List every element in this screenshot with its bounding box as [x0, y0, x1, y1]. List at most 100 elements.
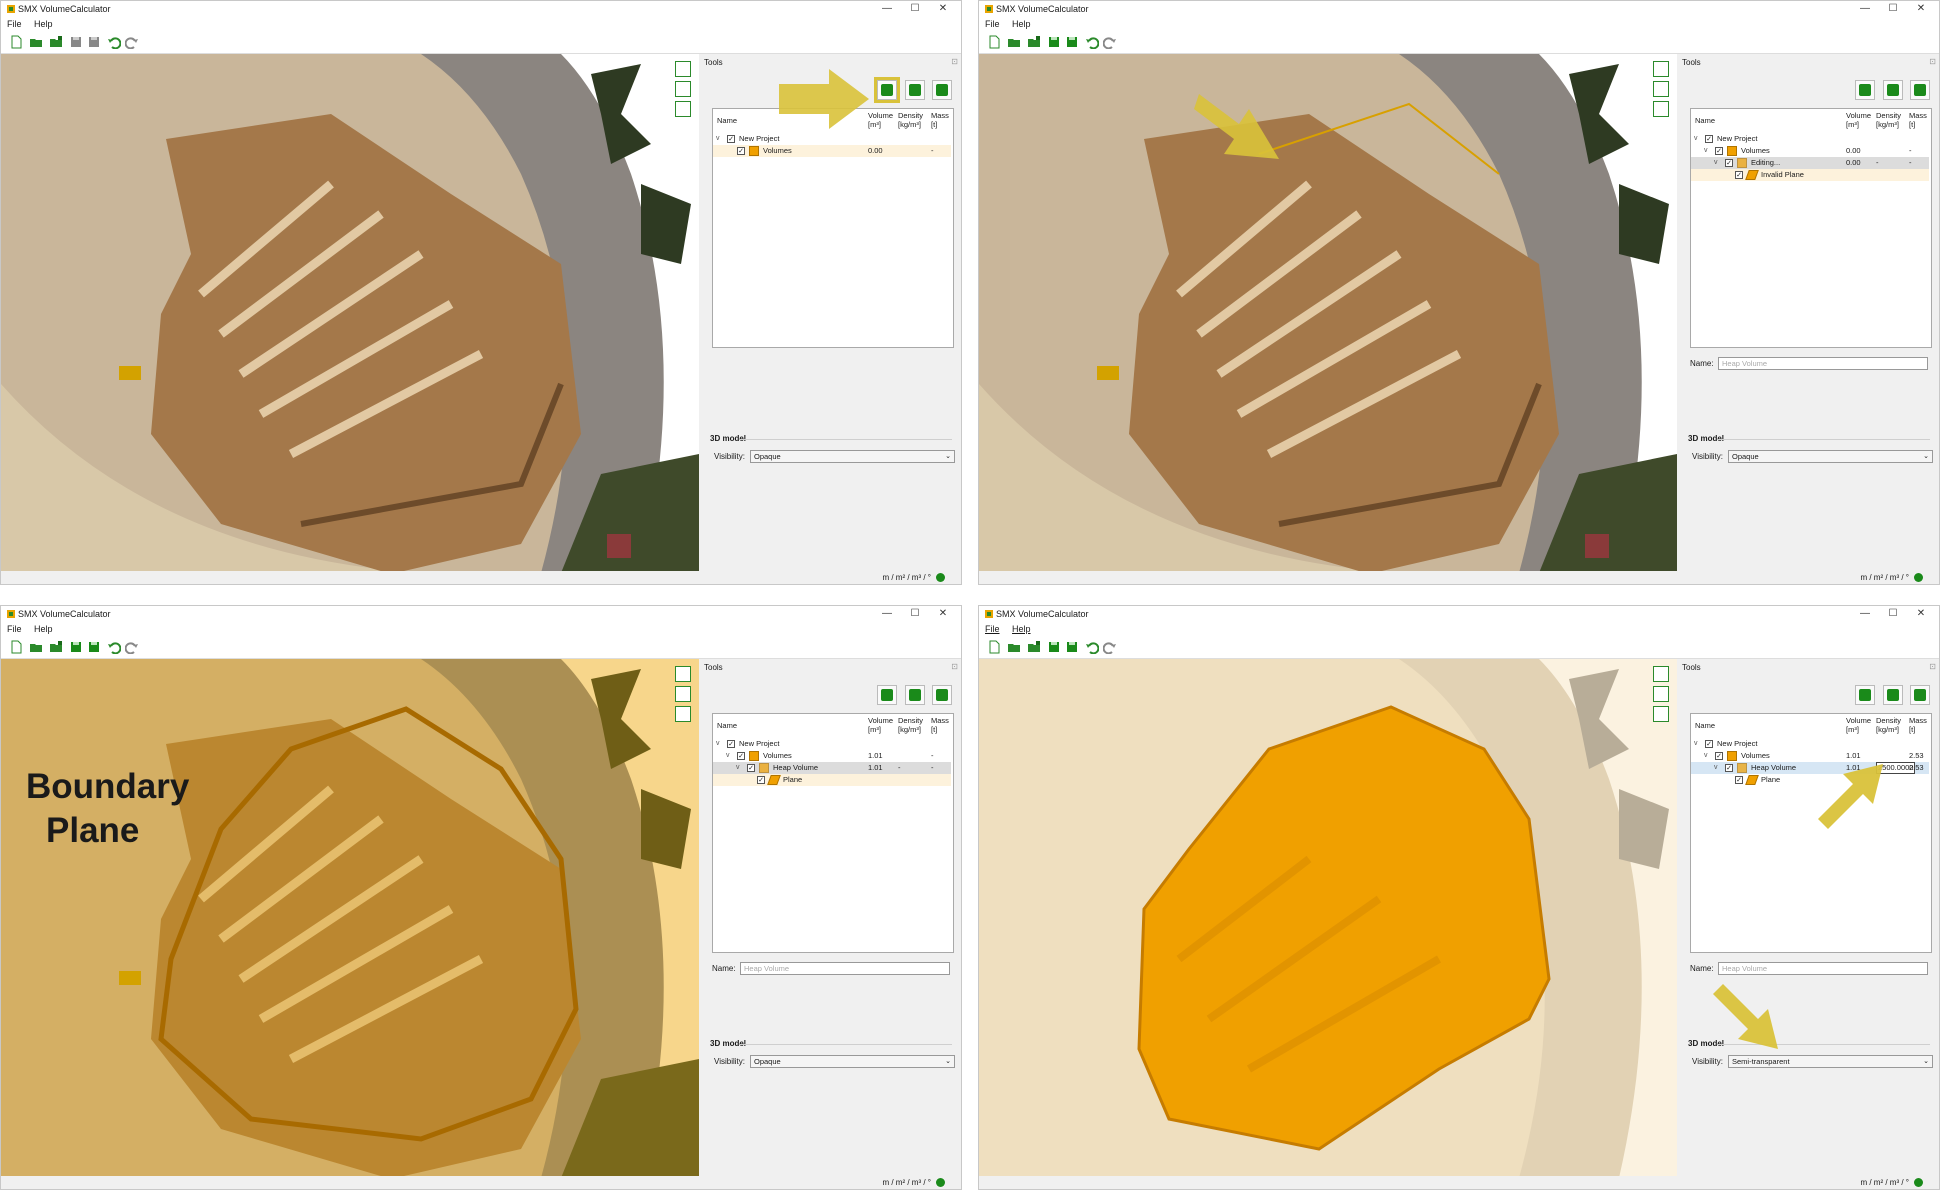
close-button[interactable]: ✕: [929, 606, 957, 622]
save-icon[interactable]: [1047, 35, 1061, 49]
save-icon[interactable]: [69, 640, 83, 654]
menu-file[interactable]: File: [985, 624, 1000, 634]
menu-file[interactable]: File: [985, 19, 1000, 29]
visibility-select[interactable]: Semi-transparent ⌄: [1728, 1055, 1933, 1068]
tree-row-heap-volume[interactable]: v ✓ Heap Volume 1.01 - -: [713, 762, 951, 774]
visibility-select[interactable]: Opaque ⌄: [1728, 450, 1933, 463]
save-icon[interactable]: [69, 35, 83, 49]
tree-row-volumes[interactable]: ✓ Volumes 0.00 -: [713, 145, 951, 157]
camera-icon[interactable]: [1653, 61, 1669, 77]
add-volume-button[interactable]: [1855, 80, 1876, 100]
new-file-icon[interactable]: [9, 640, 23, 654]
report-button[interactable]: [1882, 685, 1903, 705]
camera-icon[interactable]: [1653, 666, 1669, 682]
3d-viewport[interactable]: [1, 54, 699, 573]
tree-row-project[interactable]: v ✓ New Project: [1691, 738, 1929, 750]
3d-viewport[interactable]: [979, 659, 1677, 1178]
slope-icon[interactable]: [675, 81, 691, 97]
tree-row-plane[interactable]: ✓ Invalid Plane: [1691, 169, 1929, 181]
slope-icon[interactable]: [1653, 81, 1669, 97]
maximize-button[interactable]: ☐: [901, 1, 929, 17]
open-folder-icon[interactable]: [29, 640, 43, 654]
tree-row-volumes[interactable]: v ✓ Volumes 0.00 -: [1691, 145, 1929, 157]
redo-icon[interactable]: [1103, 35, 1117, 49]
frame-icon[interactable]: [1653, 706, 1669, 722]
undo-icon[interactable]: [107, 35, 121, 49]
panel-undock-icon[interactable]: ⊡: [951, 662, 958, 671]
save-as-icon[interactable]: [1065, 35, 1079, 49]
undo-icon[interactable]: [1085, 640, 1099, 654]
export-button[interactable]: [1910, 80, 1930, 100]
redo-icon[interactable]: [1103, 640, 1117, 654]
frame-icon[interactable]: [1653, 101, 1669, 117]
panel-undock-icon[interactable]: ⊡: [951, 57, 958, 66]
minimize-button[interactable]: —: [1851, 606, 1879, 622]
tree-row-project[interactable]: v ✓ New Project: [713, 738, 951, 750]
report-button[interactable]: [1882, 80, 1903, 100]
import-icon[interactable]: [1027, 35, 1041, 49]
maximize-button[interactable]: ☐: [901, 606, 929, 622]
visibility-select[interactable]: Opaque ⌄: [750, 450, 955, 463]
menu-help[interactable]: Help: [34, 19, 53, 29]
open-folder-icon[interactable]: [1007, 35, 1021, 49]
camera-icon[interactable]: [675, 666, 691, 682]
slope-icon[interactable]: [1653, 686, 1669, 702]
redo-icon[interactable]: [125, 35, 139, 49]
import-icon[interactable]: [49, 640, 63, 654]
undo-icon[interactable]: [1085, 35, 1099, 49]
menu-help[interactable]: Help: [1012, 19, 1031, 29]
frame-icon[interactable]: [675, 706, 691, 722]
minimize-button[interactable]: —: [1851, 1, 1879, 17]
open-folder-icon[interactable]: [29, 35, 43, 49]
frame-icon[interactable]: [675, 101, 691, 117]
new-file-icon[interactable]: [987, 35, 1001, 49]
close-button[interactable]: ✕: [1907, 606, 1935, 622]
save-icon[interactable]: [1047, 640, 1061, 654]
tree-row-project[interactable]: v ✓ New Project: [1691, 133, 1929, 145]
new-file-icon[interactable]: [9, 35, 23, 49]
close-button[interactable]: ✕: [1907, 1, 1935, 17]
redo-icon[interactable]: [125, 640, 139, 654]
volume-tree[interactable]: Name Volume [m³] Density [kg/m³] Mass [t…: [712, 713, 954, 953]
menu-file[interactable]: File: [7, 624, 22, 634]
save-as-icon[interactable]: [87, 640, 101, 654]
save-as-icon[interactable]: [87, 35, 101, 49]
export-button[interactable]: [932, 685, 952, 705]
minimize-button[interactable]: —: [873, 1, 901, 17]
panel-undock-icon[interactable]: ⊡: [1929, 57, 1936, 66]
tree-row-editing[interactable]: v ✓ Editing... 0.00 - -: [1691, 157, 1929, 169]
report-button[interactable]: [904, 80, 925, 100]
menu-file[interactable]: File: [7, 19, 22, 29]
name-input[interactable]: Heap Volume: [740, 962, 950, 975]
menu-help[interactable]: Help: [1012, 624, 1031, 634]
slope-icon[interactable]: [675, 686, 691, 702]
maximize-button[interactable]: ☐: [1879, 606, 1907, 622]
import-icon[interactable]: [1027, 640, 1041, 654]
minimize-button[interactable]: —: [873, 606, 901, 622]
menu-help[interactable]: Help: [34, 624, 53, 634]
tree-row-volumes[interactable]: v ✓ Volumes 1.01 -: [713, 750, 951, 762]
add-volume-button[interactable]: [877, 685, 898, 705]
volume-tree[interactable]: Name Volume [m³] Density [kg/m³] Mass [t…: [712, 108, 954, 348]
maximize-button[interactable]: ☐: [1879, 1, 1907, 17]
3d-viewport[interactable]: Boundary Plane: [1, 659, 699, 1178]
name-input[interactable]: Heap Volume: [1718, 357, 1928, 370]
new-file-icon[interactable]: [987, 640, 1001, 654]
export-button[interactable]: [932, 80, 952, 100]
report-button[interactable]: [904, 685, 925, 705]
open-folder-icon[interactable]: [1007, 640, 1021, 654]
import-icon[interactable]: [49, 35, 63, 49]
export-button[interactable]: [1910, 685, 1930, 705]
volume-tree[interactable]: Name Volume [m³] Density [kg/m³] Mass [t…: [1690, 108, 1932, 348]
close-button[interactable]: ✕: [929, 1, 957, 17]
undo-icon[interactable]: [107, 640, 121, 654]
3d-viewport[interactable]: [979, 54, 1677, 573]
camera-icon[interactable]: [675, 61, 691, 77]
panel-undock-icon[interactable]: ⊡: [1929, 662, 1936, 671]
add-volume-button[interactable]: [874, 77, 901, 103]
add-volume-button[interactable]: [1855, 685, 1876, 705]
tree-row-plane[interactable]: ✓ Plane: [713, 774, 951, 786]
visibility-select[interactable]: Opaque ⌄: [750, 1055, 955, 1068]
tree-row-project[interactable]: v ✓ New Project: [713, 133, 951, 145]
save-as-icon[interactable]: [1065, 640, 1079, 654]
